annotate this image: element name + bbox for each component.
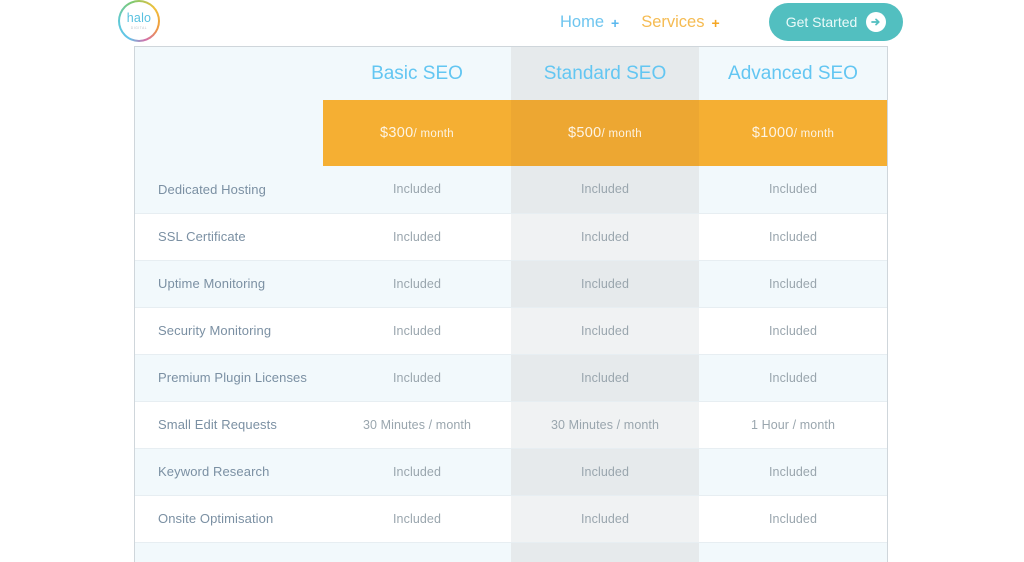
price-period: / month [413,128,454,140]
table-header: Basic SEO Standard SEO Advanced SEO $300… [135,47,887,166]
plan-value-advanced: Included [699,448,887,496]
plan-value-standard: 30 Minutes / month [511,401,699,449]
feature-label: Premium Plugin Licenses [135,354,323,402]
table-row: Small Edit Requests 30 Minutes / month 3… [135,401,887,449]
table-row [135,542,887,562]
plan-value-standard: Included [511,307,699,355]
price-amount: $300 [380,125,414,141]
plan-value-advanced: 1 Hour / month [699,401,887,449]
feature-column-header [135,47,323,100]
arrow-right-circle-icon [866,12,887,32]
plan-header-standard[interactable]: Standard SEO [511,47,699,100]
site-header: halo digital Home + Services + Get Start… [0,0,1024,44]
plan-value-advanced: Included [699,260,887,308]
feature-label: Keyword Research [135,448,323,496]
feature-label: Dedicated Hosting [135,166,323,214]
feature-label: Small Edit Requests [135,401,323,449]
feature-label: SSL Certificate [135,213,323,261]
plus-icon[interactable]: + [611,16,619,30]
nav-item-home-label: Home [560,12,605,31]
table-row: Dedicated Hosting Included Included Incl… [135,166,887,214]
plan-value-advanced: Included [699,495,887,543]
plan-value-advanced: Included [699,307,887,355]
plan-value-standard: Included [511,213,699,261]
plan-value-advanced: Included [699,166,887,214]
plan-price-advanced: $1000/ month [699,100,887,166]
plan-name-row: Basic SEO Standard SEO Advanced SEO [135,47,887,100]
feature-label [135,542,323,562]
table-row: Onsite Optimisation Included Included In… [135,495,887,543]
table-row: SSL Certificate Included Included Includ… [135,213,887,261]
plan-price-row: $300/ month $500/ month $1000/ month [135,100,887,166]
plan-header-advanced[interactable]: Advanced SEO [699,47,887,100]
plan-value-basic: Included [323,354,511,402]
get-started-label: Get Started [785,14,858,30]
plan-value-standard: Included [511,166,699,214]
table-row: Keyword Research Included Included Inclu… [135,448,887,496]
nav-item-services[interactable]: Services + [641,14,719,31]
plan-value-standard: Included [511,354,699,402]
plan-value-basic: Included [323,260,511,308]
table-row: Security Monitoring Included Included In… [135,307,887,355]
plan-value-standard: Included [511,495,699,543]
feature-label: Security Monitoring [135,307,323,355]
logo-tagline: digital [130,25,148,30]
site-logo[interactable]: halo digital [118,0,160,42]
plan-value-basic: 30 Minutes / month [323,401,511,449]
plan-value-advanced: Included [699,354,887,402]
plan-value-standard [511,542,699,562]
price-row-spacer [135,100,323,166]
pricing-page: halo digital Home + Services + Get Start… [0,0,1024,562]
plan-value-basic: Included [323,448,511,496]
plan-value-standard: Included [511,448,699,496]
main-nav: Home + Services + [560,9,720,35]
plan-price-standard: $500/ month [511,100,699,166]
price-amount: $1000 [751,125,794,141]
pricing-table-container: Basic SEO Standard SEO Advanced SEO $300… [134,46,888,562]
plan-header-basic[interactable]: Basic SEO [323,47,511,100]
get-started-button[interactable]: Get Started [769,3,903,41]
table-row: Uptime Monitoring Included Included Incl… [135,260,887,308]
table-row: Premium Plugin Licenses Included Include… [135,354,887,402]
table-body: Dedicated Hosting Included Included Incl… [135,166,887,562]
plan-value-advanced: Included [699,213,887,261]
logo-inner: halo digital [120,2,158,40]
plan-value-basic: Included [323,166,511,214]
plan-value-basic: Included [323,307,511,355]
plan-value-basic [323,542,511,562]
feature-label: Onsite Optimisation [135,495,323,543]
plan-price-basic: $300/ month [323,100,511,166]
feature-label: Uptime Monitoring [135,260,323,308]
plan-value-basic: Included [323,213,511,261]
nav-item-home[interactable]: Home + [560,14,619,31]
plan-value-standard: Included [511,260,699,308]
price-period: / month [793,128,835,140]
price-period: / month [601,128,642,140]
price-amount: $500 [568,125,602,141]
plan-value-basic: Included [323,495,511,543]
plan-value-advanced [699,542,887,562]
pricing-comparison-table: Basic SEO Standard SEO Advanced SEO $300… [135,47,887,562]
logo-wordmark: halo [126,11,152,26]
nav-item-services-label: Services [641,12,705,31]
plus-icon[interactable]: + [711,16,719,30]
